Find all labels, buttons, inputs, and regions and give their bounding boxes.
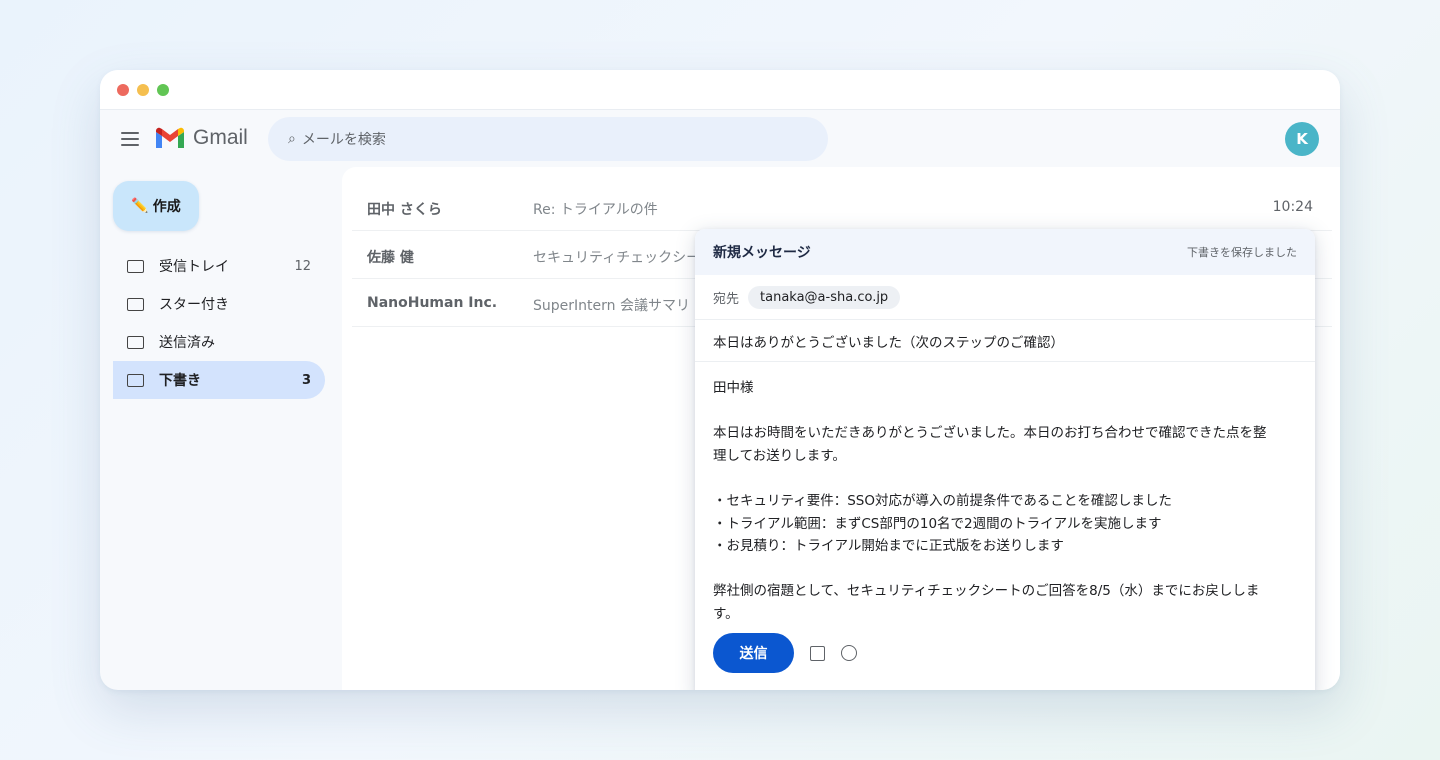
pencil-icon: ✏️ [131,198,149,214]
search-placeholder: メールを検索 [301,132,386,148]
sidebar-nav: 受信トレイ 12 スター付き 送信済み 下書き 3 [113,247,325,399]
sidebar-item-drafts[interactable]: 下書き 3 [113,361,325,399]
sent-icon [127,335,144,349]
mail-subject: セキュリティチェックシー [533,250,701,266]
compose-actions: 送信 [713,633,857,673]
avatar[interactable]: K [1285,122,1319,156]
mail-subject: Re: トライアルの件 [533,202,658,218]
sidebar-item-starred[interactable]: スター付き [113,285,325,323]
star-icon [127,297,144,311]
body-line: 本日はお時間をいただきありがとうございました。本日のお打ち合わせで確認できた点を… [713,425,1267,442]
mail-sender: NanoHuman Inc. [367,295,498,311]
sidebar-item-label: 送信済み [159,335,215,351]
close-window-button[interactable] [117,83,129,96]
compose-title: 新規メッセージ [713,245,811,261]
title-bar [100,70,1340,110]
sidebar-item-label: スター付き [159,297,229,313]
sidebar-item-label: 受信トレイ [159,259,229,275]
body-line: ・お見積り：トライアル開始までに正式版をお送りします [713,538,1064,555]
sidebar-item-sent[interactable]: 送信済み [113,323,325,361]
search-input[interactable]: ⌕ メールを検索 [268,117,828,161]
maximize-window-button[interactable] [157,83,169,96]
mail-time: 10:24 [1272,199,1313,215]
sidebar-item-label: 下書き [159,373,201,389]
sidebar-item-inbox[interactable]: 受信トレイ 12 [113,247,325,285]
sidebar-item-count: 3 [301,372,311,388]
app-window: Gmail ⌕ メールを検索 K ✏️ 作成 受信トレイ 12 スター付き 送信… [100,70,1340,690]
body-line [713,558,1297,581]
body-line: す。 [713,605,739,622]
mail-sender: 佐藤 健 [367,250,414,266]
body-line: 田中様 [713,380,754,396]
compose-button[interactable]: ✏️ 作成 [113,181,199,231]
attach-icon[interactable] [810,645,825,661]
inbox-icon [127,259,144,273]
sidebar-item-count: 12 [294,258,311,274]
body-line: 弊社側の宿題として、セキュリティチェックシートのご回答を8/5（水）までにお戻し… [713,583,1260,600]
recipient-field[interactable]: 宛先 tanaka@a-sha.co.jp [695,275,1315,320]
top-bar: Gmail ⌕ メールを検索 K [100,111,1340,167]
message-body[interactable]: 田中様 本日はお時間をいただきありがとうございました。本日のお打ち合わせで確認で… [695,362,1315,626]
subject-field[interactable]: 本日はありがとうございました（次のステップのご確認） [695,320,1315,362]
brand-name: Gmail [193,126,248,149]
send-button[interactable]: 送信 [713,633,794,673]
emoji-icon[interactable] [841,645,857,661]
compose-label: 作成 [152,199,181,215]
minimize-window-button[interactable] [137,83,149,96]
body-line: ・セキュリティ要件：SSO対応が導入の前提条件であることを確認しました [713,492,1172,509]
body-line [713,400,1297,423]
menu-icon[interactable] [121,132,139,146]
mail-sender: 田中 さくら [367,202,442,218]
gmail-logo-icon [156,127,184,148]
mail-subject: SuperIntern 会議サマリ [533,298,690,314]
recipient-chip[interactable]: tanaka@a-sha.co.jp [748,285,901,309]
body-line: 理してお送りします。 [713,447,846,464]
compose-window: 新規メッセージ 下書きを保存しました 宛先 tanaka@a-sha.co.jp… [695,229,1315,690]
compose-header[interactable]: 新規メッセージ 下書きを保存しました [695,229,1315,275]
draft-status: 下書きを保存しました [1187,246,1297,259]
search-icon: ⌕ [288,131,296,147]
drafts-icon [127,373,144,387]
mail-row[interactable]: 田中 さくら Re: トライアルの件 10:24 [352,183,1332,231]
body-line: ・トライアル範囲：まずCS部門の10名で2週間のトライアルを実施します [713,515,1162,532]
recipient-label: 宛先 [713,291,740,307]
body-line [713,467,1297,490]
